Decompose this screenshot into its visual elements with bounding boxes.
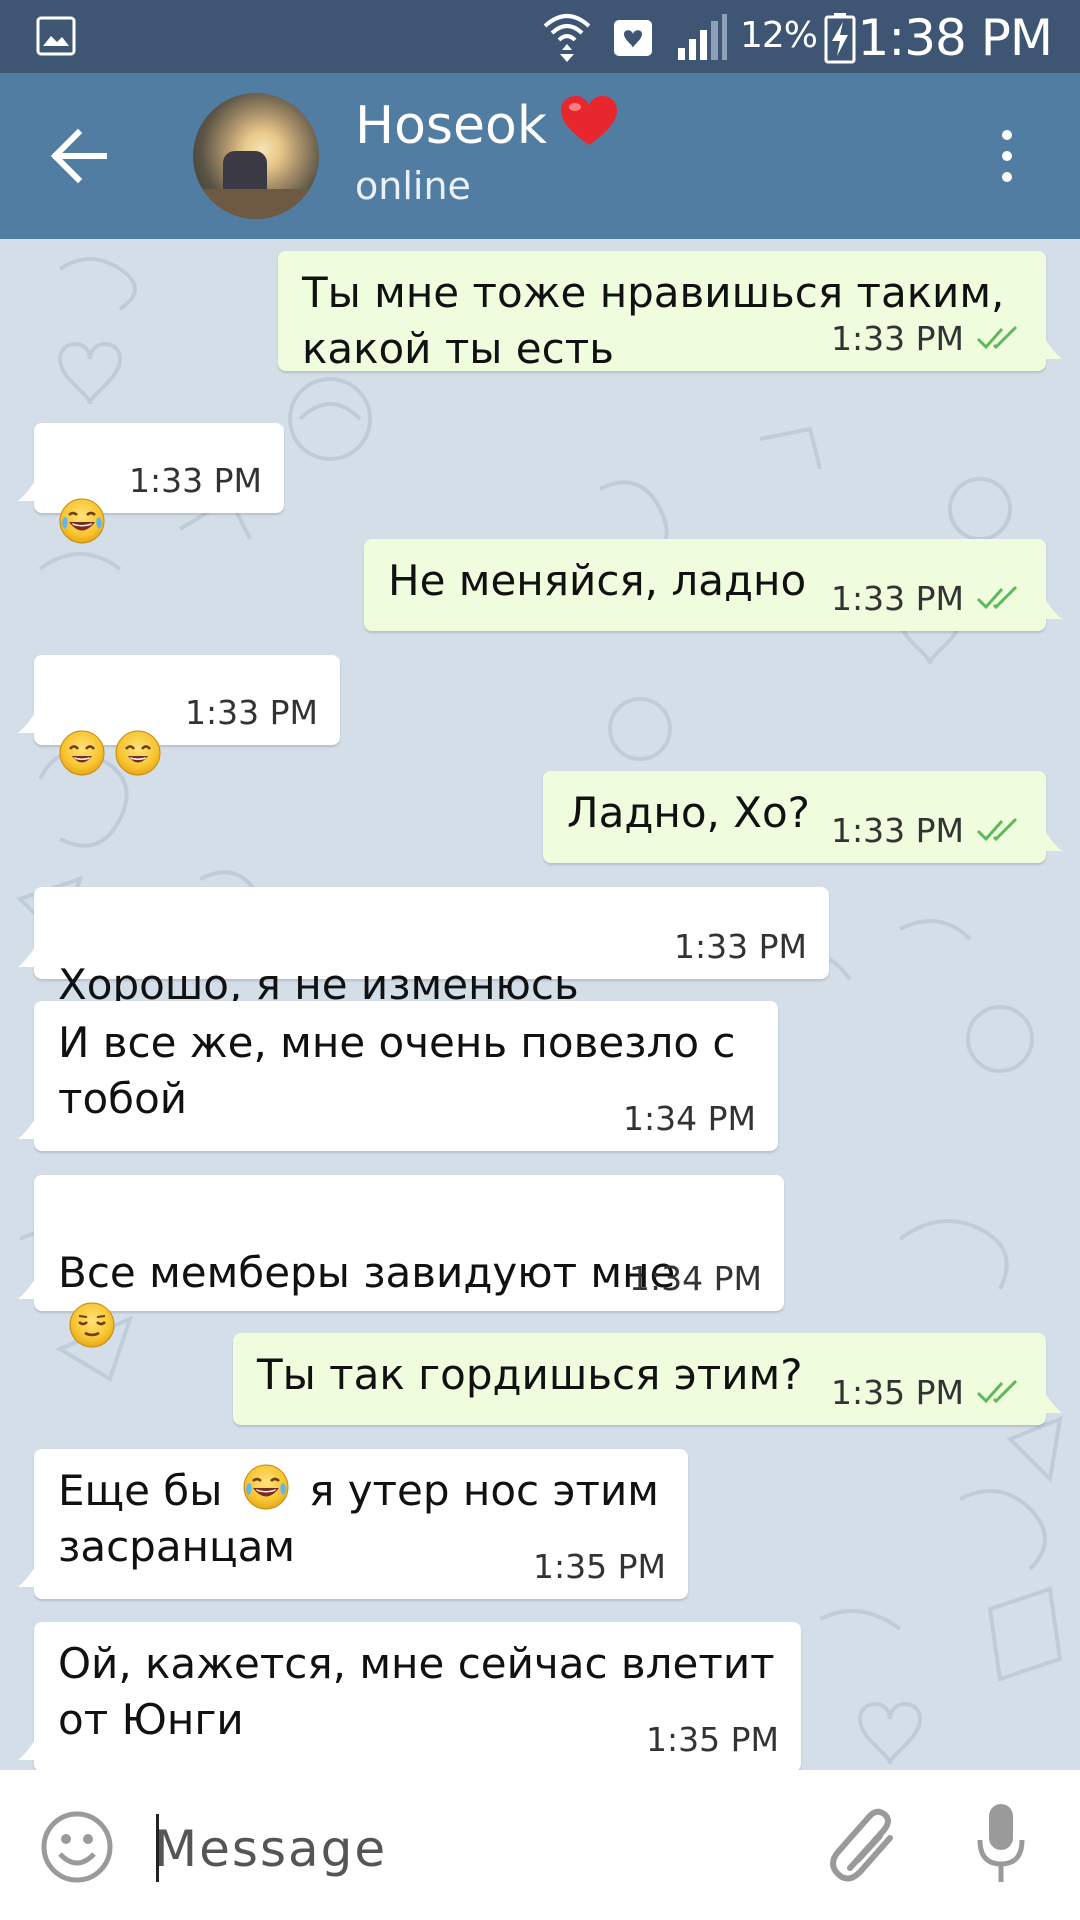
heart-emoji <box>560 96 617 145</box>
message-text-before: Еще бы <box>58 1466 223 1515</box>
double-check-icon <box>976 325 1026 351</box>
message-time: 1:34 PM <box>623 1099 756 1138</box>
gallery-icon <box>36 16 76 56</box>
message-bubble-outgoing[interactable]: Ты так гордишься этим? 1:35 PM <box>233 1333 1046 1425</box>
contact-status: online <box>355 164 471 208</box>
kissing-smiling-eyes-emoji <box>114 729 162 777</box>
battery-charging-icon <box>824 13 856 64</box>
wifi-icon <box>543 14 591 62</box>
bubble-tail <box>1044 337 1062 359</box>
bubble-tail <box>18 945 36 967</box>
emoji-icon[interactable] <box>40 1810 114 1884</box>
contact-name[interactable]: Hoseok <box>355 93 619 159</box>
avatar[interactable] <box>193 93 319 219</box>
chat-area[interactable]: Ты мне тоже нравишься таким, какой ты ес… <box>0 239 1080 1770</box>
message-time: 1:33 PM <box>831 319 964 358</box>
message-input-bar <box>0 1770 1080 1920</box>
message-text: Ладно, Хо? <box>567 788 810 837</box>
message-time: 1:33 PM <box>674 927 807 966</box>
bubble-tail <box>1044 1391 1062 1413</box>
message-time: 1:33 PM <box>129 461 262 500</box>
relieved-emoji <box>68 1301 116 1349</box>
more-vert-icon[interactable] <box>990 123 1024 189</box>
message-text: Все мемберы завидуют мне <box>58 1189 675 1357</box>
double-check-icon <box>976 585 1026 611</box>
message-text: Не меняйся, ладно <box>388 556 807 605</box>
bubble-tail <box>1044 597 1062 619</box>
double-check-icon <box>976 1379 1026 1405</box>
message-bubble-incoming[interactable]: И все же, мне очень повезло с тобой 1:34… <box>34 1001 778 1151</box>
message-time: 1:35 PM <box>831 1373 964 1412</box>
bubble-tail <box>18 1565 36 1587</box>
message-time: 1:35 PM <box>646 1720 779 1759</box>
message-bubble-incoming[interactable]: Ой, кажется, мне сейчас влетит от Юнги 1… <box>34 1622 801 1770</box>
bubble-tail <box>18 1117 36 1139</box>
message-text-content: Все мемберы завидуют мне <box>58 1248 676 1297</box>
back-arrow-icon[interactable] <box>44 123 114 189</box>
message-time: 1:33 PM <box>185 693 318 732</box>
message-bubble-outgoing[interactable]: Ты мне тоже нравишься таким, какой ты ес… <box>278 251 1046 373</box>
message-text-line2: засранцам <box>58 1522 296 1571</box>
joy-emoji <box>242 1463 290 1511</box>
kissing-smiling-eyes-emoji <box>58 729 106 777</box>
chat-header: Hoseok online <box>0 73 1080 239</box>
message-bubble-incoming[interactable]: 1:33 PM <box>34 655 340 745</box>
message-bubble-incoming[interactable]: Все мемберы завидуют мне 1:34 PM <box>34 1175 784 1311</box>
message-bubble-outgoing[interactable]: Ладно, Хо? 1:33 PM <box>543 771 1046 863</box>
contact-name-text: Hoseok <box>355 96 547 156</box>
bubble-tail <box>1044 829 1062 851</box>
message-text: Ты так гордишься этим? <box>257 1350 803 1399</box>
message-time: 1:33 PM <box>831 811 964 850</box>
message-bubble-incoming[interactable]: Еще бы я утер нос этим засранцам 1:35 PM <box>34 1449 688 1599</box>
message-text-after: я утер нос этим <box>309 1466 659 1515</box>
bubble-tail <box>18 1738 36 1760</box>
bubble-tail <box>18 711 36 733</box>
heart-status-icon <box>614 20 652 56</box>
bubble-tail <box>18 1277 36 1299</box>
double-check-icon <box>976 817 1026 843</box>
battery-percent: 12% <box>740 15 818 56</box>
status-clock: 1:38 PM <box>857 9 1053 67</box>
message-text <box>58 441 106 553</box>
signal-icon <box>678 14 727 60</box>
message-time: 1:35 PM <box>533 1547 666 1586</box>
message-bubble-incoming[interactable]: 1:33 PM <box>34 423 284 513</box>
message-bubble-incoming[interactable]: Хорошо, я не изменюсь 1:33 PM <box>34 887 829 979</box>
message-input[interactable] <box>154 1814 794 1884</box>
mic-icon[interactable] <box>976 1802 1026 1888</box>
status-bar: 12% 1:38 PM <box>0 0 1080 73</box>
message-time: 1:33 PM <box>831 579 964 618</box>
message-bubble-outgoing[interactable]: Не меняйся, ладно 1:33 PM <box>364 539 1046 631</box>
message-text <box>58 673 162 785</box>
attach-icon[interactable] <box>828 1806 904 1886</box>
joy-emoji <box>58 497 106 545</box>
bubble-tail <box>18 479 36 501</box>
message-time: 1:34 PM <box>629 1259 762 1298</box>
text-caret <box>156 1814 159 1882</box>
